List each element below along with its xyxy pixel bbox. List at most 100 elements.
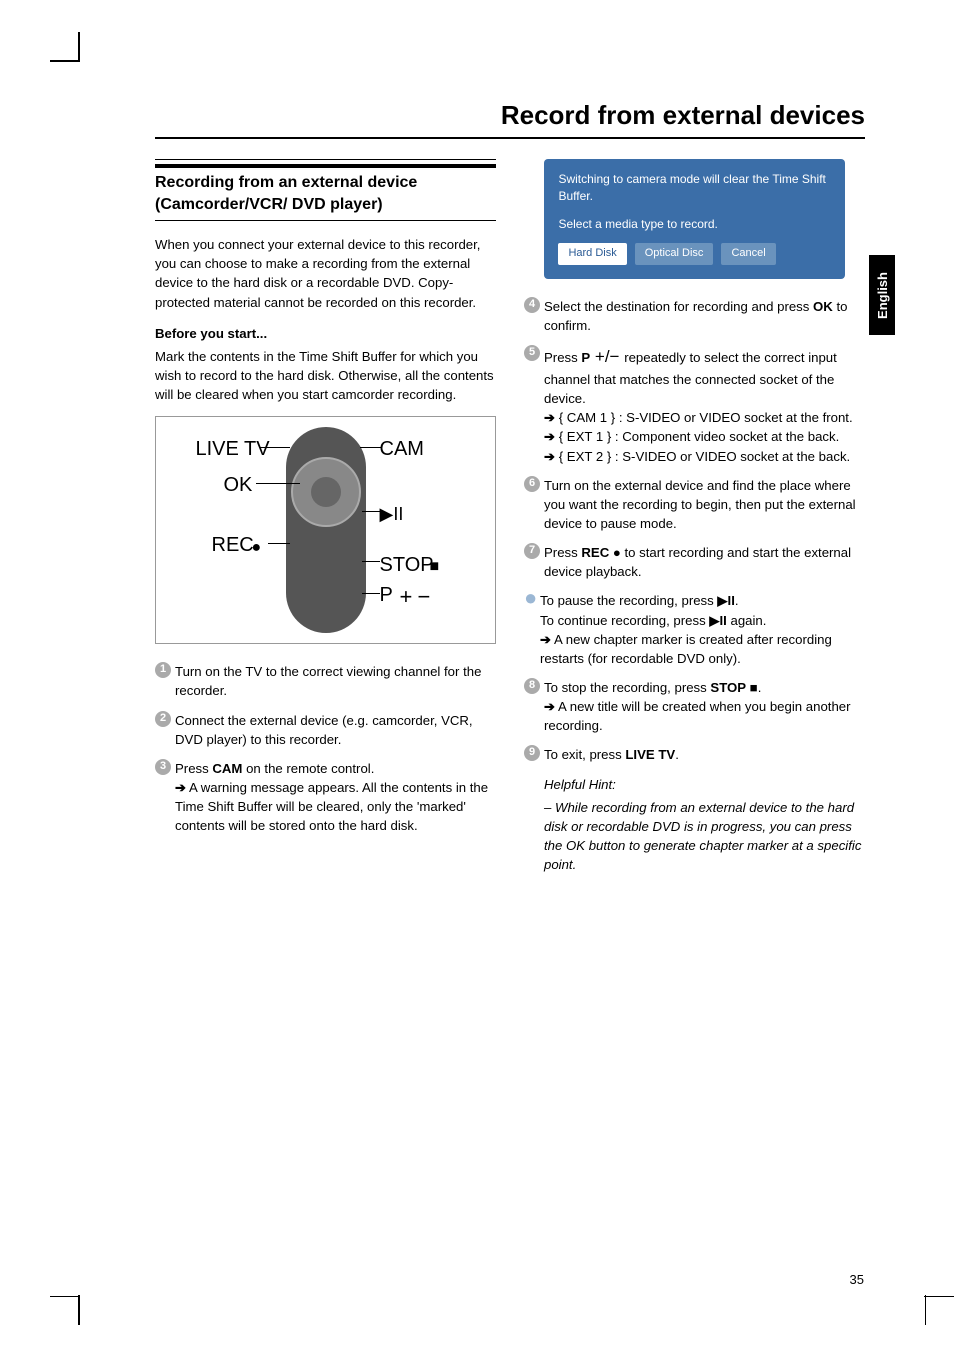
step-number-6: 6 [524, 476, 540, 492]
label-rec: REC [212, 531, 254, 560]
before-you-start-text: Mark the contents in the Time Shift Buff… [155, 347, 496, 404]
title-row: Record from external devices [155, 100, 865, 139]
callout-line [360, 447, 382, 448]
step-7-body: Press REC ● to start recording and start… [544, 543, 865, 581]
label-cam: CAM [380, 435, 424, 464]
dialog-buttons: Hard Disk Optical Disc Cancel [558, 243, 830, 265]
pause-bullet-body: To pause the recording, press ▶II. To co… [540, 591, 865, 668]
plus-minus-label: +/− [590, 347, 624, 366]
page-number: 35 [850, 1272, 864, 1287]
step-8-a: To stop the recording, press [544, 680, 710, 695]
section-heading: Recording from an external device (Camco… [155, 164, 496, 221]
bullet-b: . [735, 593, 739, 608]
bullet-sub: A new chapter marker is created after re… [540, 632, 832, 666]
step-6: 6 Turn on the external device and find t… [524, 476, 865, 533]
step-4: 4 Select the destination for recording a… [524, 297, 865, 335]
step-5-ext2: { EXT 2 } : S-VIDEO or VIDEO socket at t… [555, 449, 850, 464]
step-8-body: To stop the recording, press STOP ■. ➔ A… [544, 678, 865, 735]
step-5-body: Press P +/− repeatedly to select the cor… [544, 345, 865, 465]
page-title: Record from external devices [155, 100, 865, 131]
step-7: 7 Press REC ● to start recording and sta… [524, 543, 865, 581]
dpad-icon [291, 457, 361, 527]
callout-line [268, 543, 290, 544]
rec-dot-icon: ● [252, 536, 262, 559]
p-label: P [581, 350, 590, 365]
step-number-7: 7 [524, 543, 540, 559]
stop-label: STOP [710, 680, 746, 695]
plus-icon: + [400, 581, 413, 613]
stop-square-icon: ■ [430, 555, 440, 578]
step-number-3: 3 [155, 759, 171, 775]
remote-diagram: LIVE TV OK REC ● CAM ▶II STOP ■ P [155, 416, 496, 644]
play-pause-icon-2: ▶II [709, 613, 726, 628]
step-5: 5 Press P +/− repeatedly to select the c… [524, 345, 865, 465]
minus-icon: − [418, 581, 431, 613]
hint-label: Helpful Hint: [544, 775, 865, 794]
step-number-9: 9 [524, 745, 540, 761]
step-8-sub: A new title will be created when you beg… [544, 699, 851, 733]
step-6-text: Turn on the external device and find the… [544, 476, 865, 533]
callout-line [362, 511, 380, 512]
cam-label: CAM [212, 761, 242, 776]
step-2-text: Connect the external device (e.g. camcor… [175, 711, 496, 749]
language-tab-label: English [875, 272, 890, 319]
content-columns: Recording from an external device (Camco… [155, 159, 865, 874]
callout-line [260, 447, 290, 448]
helpful-hint-block: Helpful Hint: – While recording from an … [544, 775, 865, 875]
arrow-icon: ➔ [175, 780, 186, 795]
live-tv-label: LIVE TV [625, 747, 675, 762]
step-4-body: Select the destination for recording and… [544, 297, 865, 335]
step-number-5: 5 [524, 345, 540, 361]
callout-line [256, 483, 300, 484]
step-8: 8 To stop the recording, press STOP ■. ➔… [524, 678, 865, 735]
pause-bullet: ● To pause the recording, press ▶II. To … [524, 591, 865, 668]
label-live-tv: LIVE TV [196, 435, 270, 464]
label-ok: OK [224, 471, 253, 500]
cancel-button[interactable]: Cancel [721, 243, 775, 265]
step-number-1: 1 [155, 662, 171, 678]
step-1-text: Turn on the TV to the correct viewing ch… [175, 662, 496, 700]
intro-paragraph: When you connect your external device to… [155, 235, 496, 312]
step-5-ext1: { EXT 1 } : Component video socket at th… [555, 429, 839, 444]
arrow-icon: ➔ [544, 429, 555, 444]
left-column: Recording from an external device (Camco… [155, 159, 496, 874]
step-8-dot: . [758, 680, 762, 695]
remote-control-illustration: LIVE TV OK REC ● CAM ▶II STOP ■ P [196, 425, 456, 635]
heading-top-rule [155, 159, 496, 160]
bullet-a: To pause the recording, press [540, 593, 717, 608]
callout-line [362, 593, 380, 594]
hard-disk-button[interactable]: Hard Disk [558, 243, 626, 265]
rec-dot-icon: ● [609, 545, 624, 560]
right-column: Switching to camera mode will clear the … [524, 159, 865, 874]
bullet-icon: ● [524, 591, 540, 668]
rec-label: REC [581, 545, 609, 560]
step-9-b: . [675, 747, 679, 762]
dialog-line-1: Switching to camera mode will clear the … [558, 171, 830, 206]
step-2: 2 Connect the external device (e.g. camc… [155, 711, 496, 749]
step-number-4: 4 [524, 297, 540, 313]
play-pause-icon: ▶II [717, 593, 734, 608]
stop-square-icon: ■ [746, 680, 758, 695]
arrow-icon: ➔ [544, 449, 555, 464]
label-stop: STOP [380, 551, 434, 580]
dialog-box: Switching to camera mode will clear the … [544, 159, 844, 279]
step-5-cam1: { CAM 1 } : S-VIDEO or VIDEO socket at t… [555, 410, 853, 425]
arrow-icon: ➔ [544, 699, 555, 714]
step-1: 1 Turn on the TV to the correct viewing … [155, 662, 496, 700]
language-tab: English [869, 255, 895, 335]
optical-disc-button[interactable]: Optical Disc [635, 243, 714, 265]
dialog-line-2: Select a media type to record. [558, 216, 830, 233]
step-number-8: 8 [524, 678, 540, 694]
arrow-icon: ➔ [544, 410, 555, 425]
step-5-a: Press [544, 350, 581, 365]
step-9-body: To exit, press LIVE TV. [544, 745, 865, 764]
step-3: 3 Press CAM on the remote control. ➔ A w… [155, 759, 496, 836]
step-3-body: Press CAM on the remote control. ➔ A war… [175, 759, 496, 836]
step-3-sub: A warning message appears. All the conte… [175, 780, 488, 833]
step-number-2: 2 [155, 711, 171, 727]
step-4-a: Select the destination for recording and… [544, 299, 813, 314]
hint-text: – While recording from an external devic… [544, 798, 865, 875]
callout-line [362, 561, 380, 562]
ok-label: OK [813, 299, 833, 314]
before-you-start-label: Before you start... [155, 324, 496, 343]
